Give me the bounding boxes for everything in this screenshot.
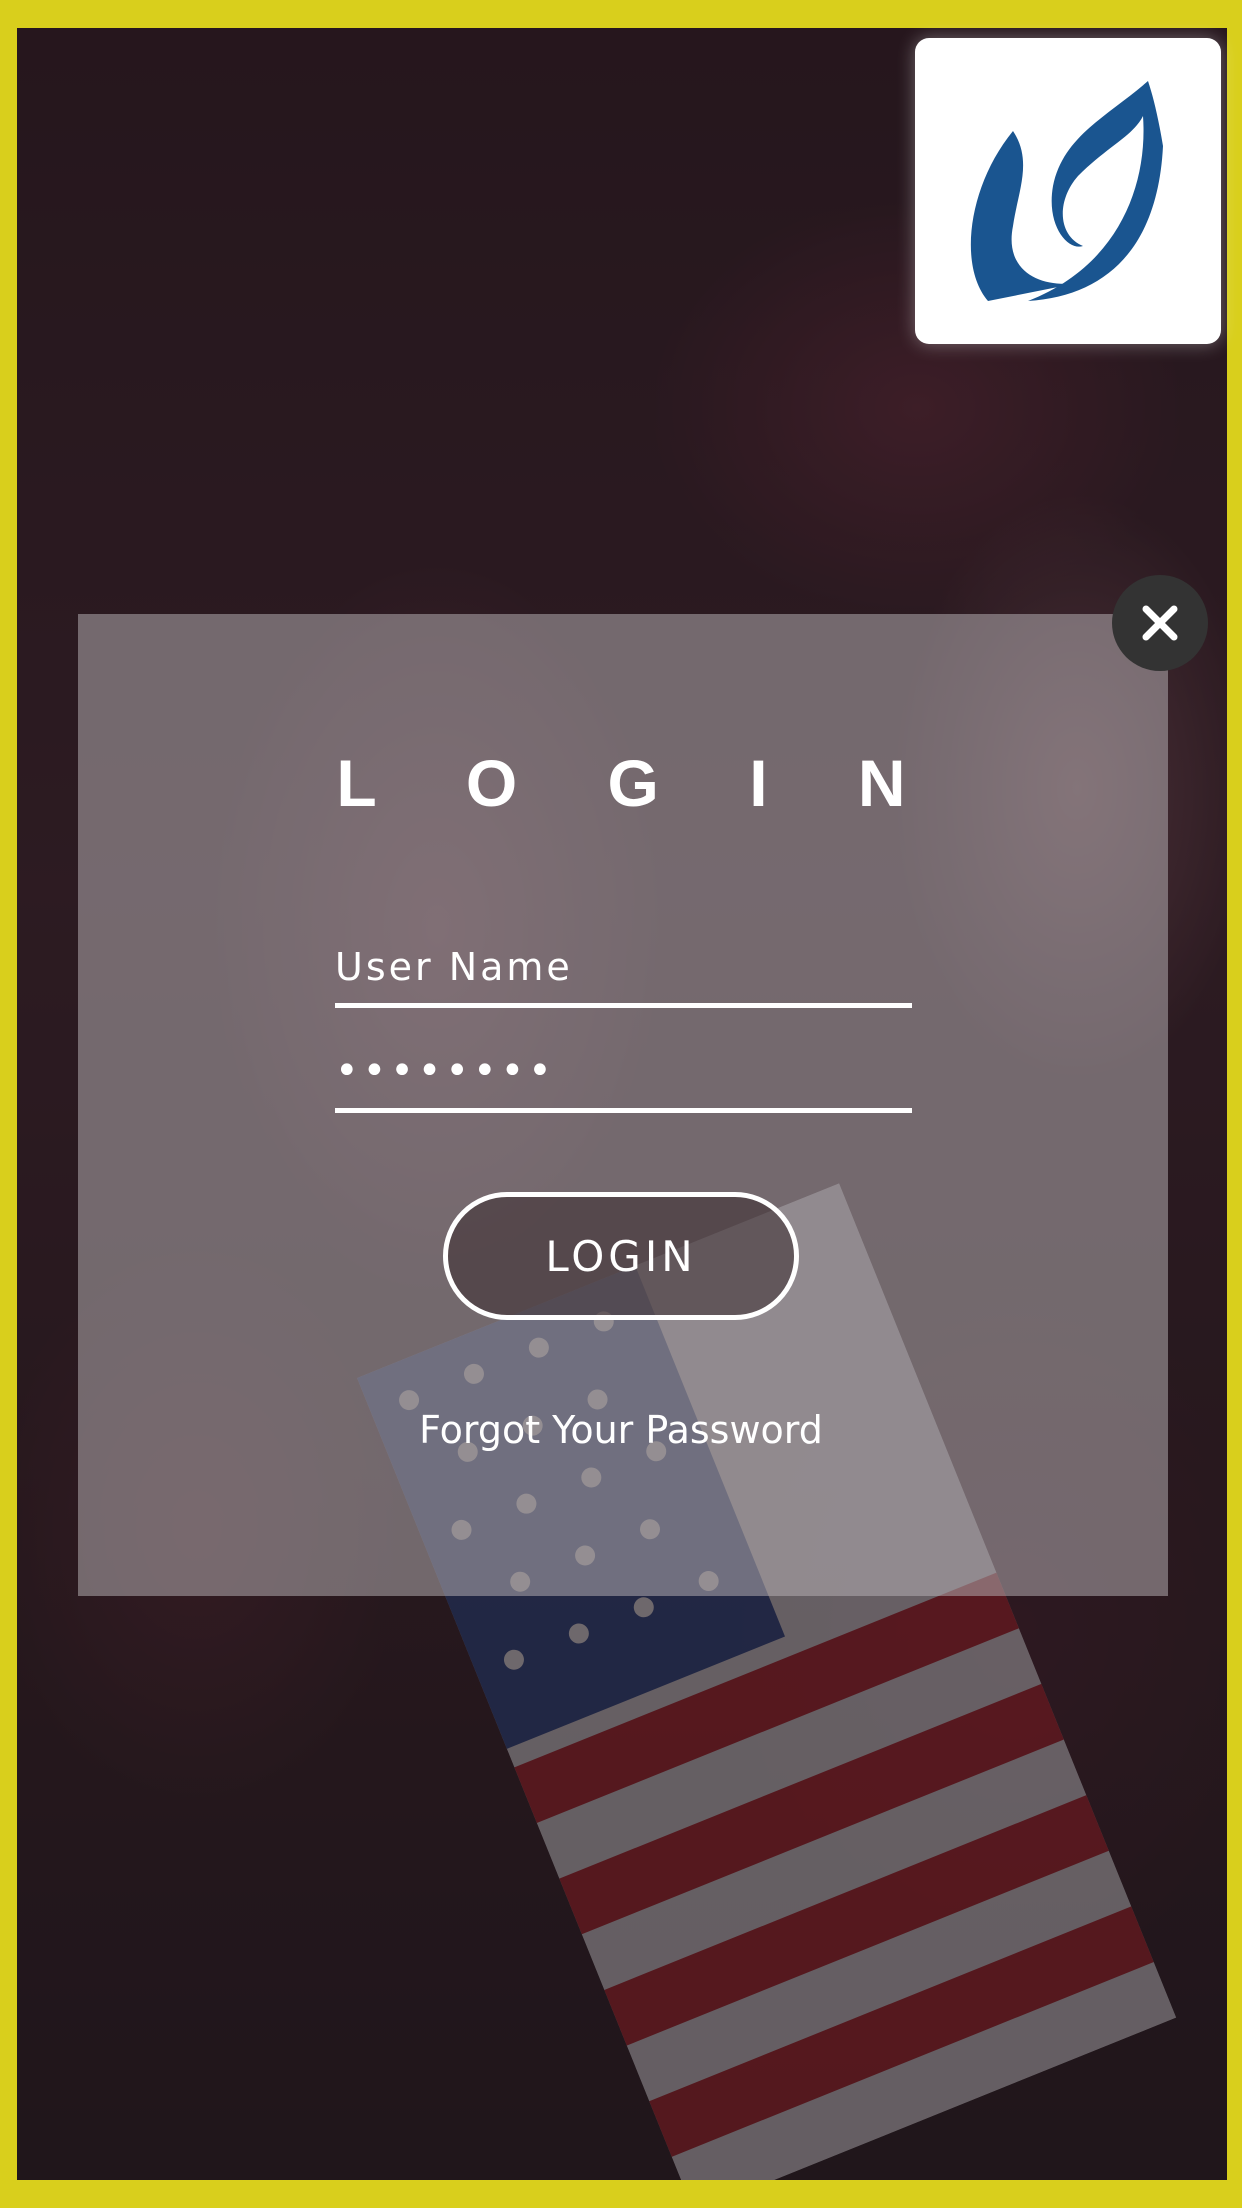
login-title: L O G I N bbox=[336, 746, 942, 820]
forgot-password-link[interactable]: Forgot Your Password bbox=[0, 1408, 1242, 1452]
leaf-logo-icon bbox=[970, 81, 1163, 301]
close-button[interactable] bbox=[1112, 575, 1208, 671]
password-field[interactable] bbox=[335, 1048, 912, 1113]
username-field[interactable] bbox=[335, 945, 912, 1008]
brand-logo bbox=[915, 38, 1221, 344]
password-input[interactable] bbox=[335, 1048, 912, 1108]
username-input[interactable] bbox=[335, 945, 912, 1003]
close-icon bbox=[1142, 605, 1178, 641]
login-button[interactable]: LOGIN bbox=[443, 1192, 799, 1320]
